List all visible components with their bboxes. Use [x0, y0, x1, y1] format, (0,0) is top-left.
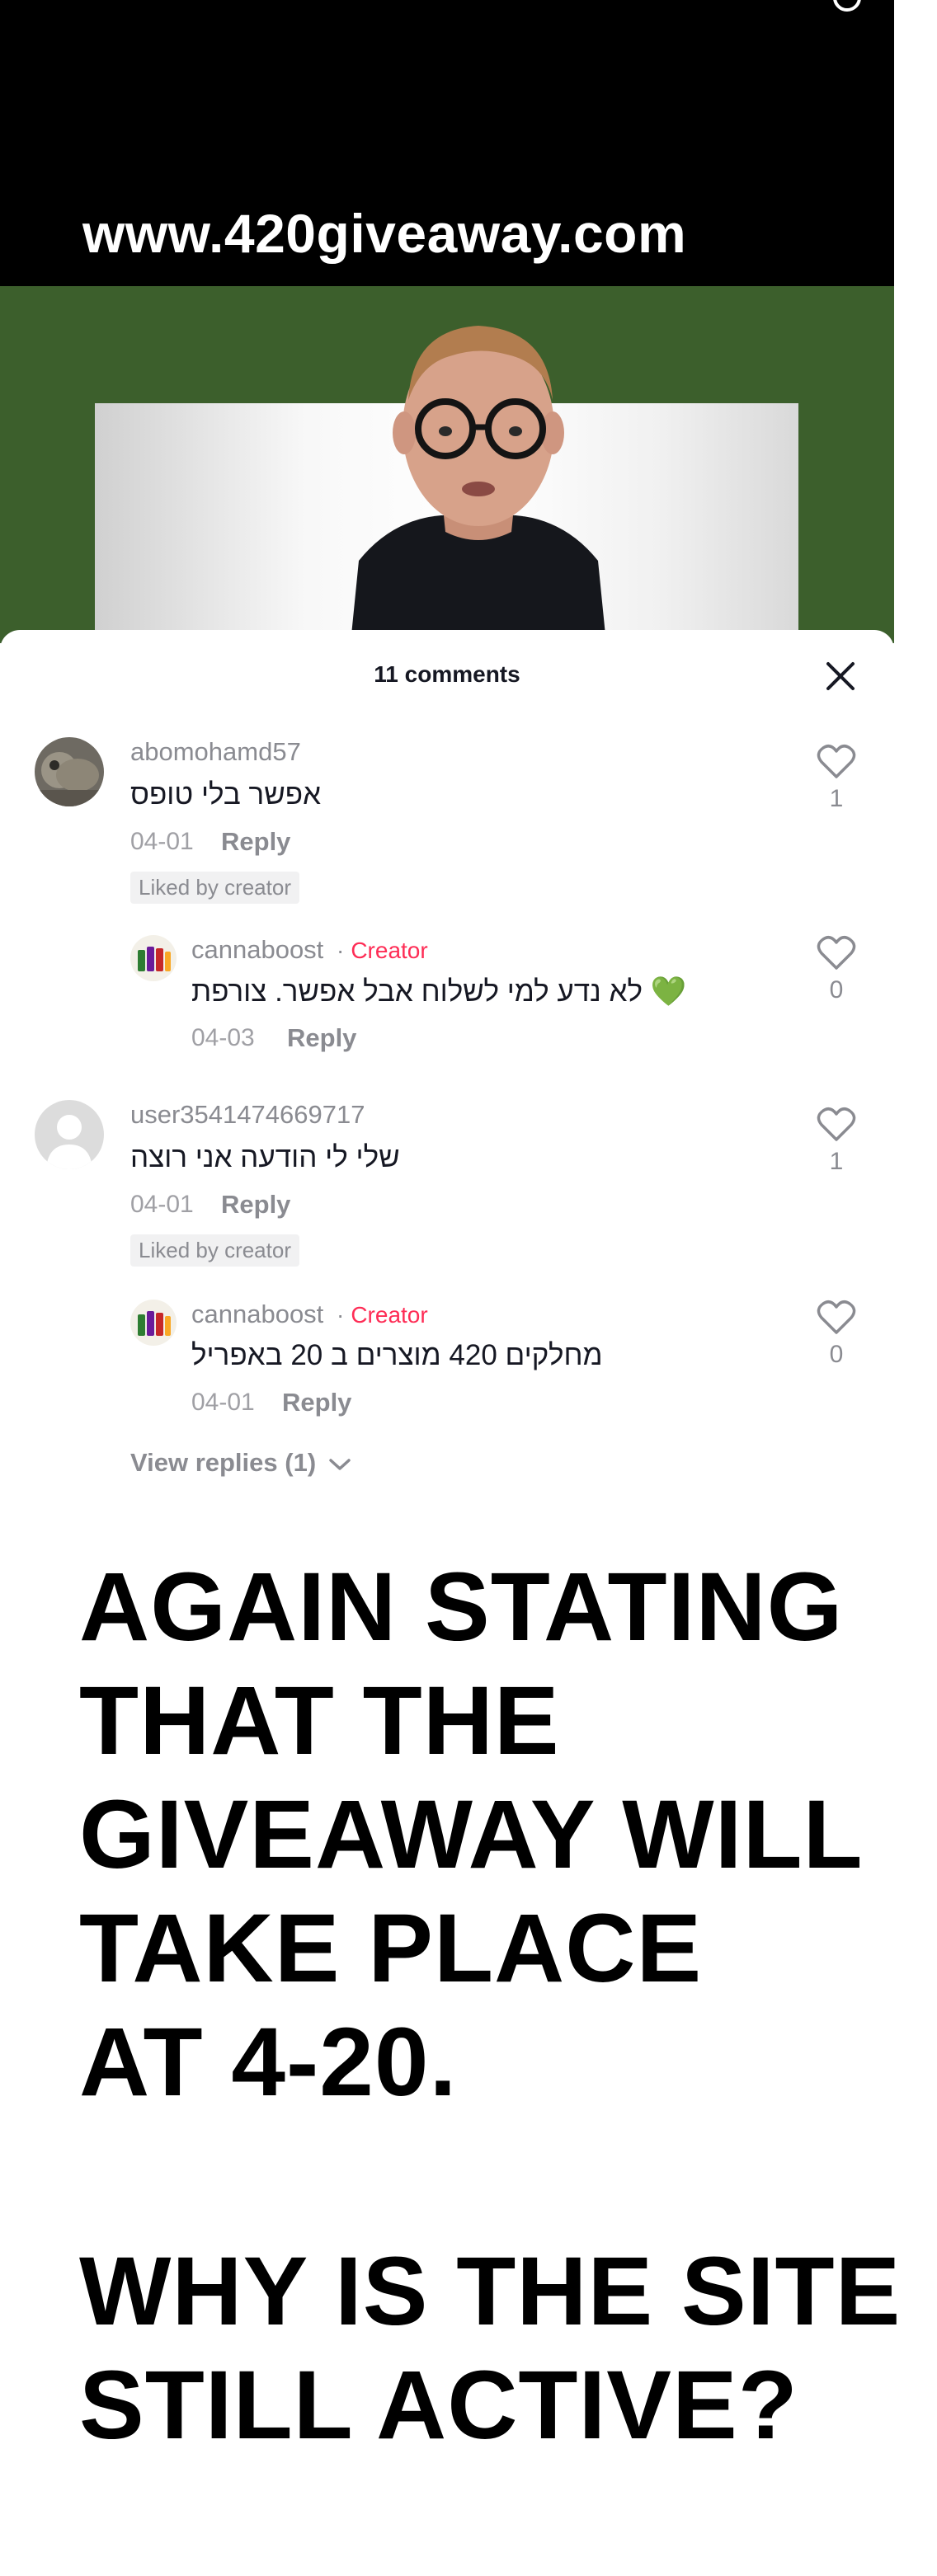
video-player[interactable]: www.420giveaway.com: [0, 0, 894, 643]
creator-avatar[interactable]: [130, 1300, 177, 1346]
caption-line: TAKE PLACE: [79, 1894, 703, 2003]
like-count: 0: [829, 976, 844, 1004]
presenter-image: [351, 326, 606, 643]
reply-button[interactable]: Reply: [221, 827, 290, 857]
comment-count: 11 comments: [374, 661, 520, 687]
like-button[interactable]: 1: [812, 744, 861, 813]
chevron-down-icon: [329, 1459, 351, 1470]
reply-date: 04-01: [191, 1389, 255, 1416]
video-url-overlay: www.420giveaway.com: [82, 203, 687, 264]
reply-button[interactable]: Reply: [287, 1023, 356, 1053]
reply-button[interactable]: Reply: [282, 1388, 351, 1417]
creator-tag: · Creator: [337, 938, 428, 963]
liked-by-creator-badge: Liked by creator: [130, 1234, 299, 1267]
like-count: 1: [829, 1148, 844, 1175]
like-button[interactable]: 1: [812, 1107, 861, 1176]
comment-text: שלי לי הודעה אני רוצה: [130, 1141, 400, 1173]
view-replies-label: View replies (1): [130, 1448, 317, 1477]
like-button[interactable]: 0: [812, 935, 861, 1004]
comments-panel: 11 comments abomohamd57 אפשר בלי טופס 04…: [0, 630, 894, 1496]
heart-icon: [817, 1300, 856, 1334]
reply-item: cannaboost · Creator לא נדע למי לשלוח אבל…: [0, 935, 894, 1059]
reply-button[interactable]: Reply: [221, 1190, 290, 1220]
like-count: 1: [829, 785, 844, 812]
creator-avatar[interactable]: [130, 935, 177, 981]
comment-date: 04-01: [130, 828, 194, 855]
comment-username[interactable]: user3541474669717: [130, 1100, 365, 1130]
close-icon[interactable]: [822, 657, 859, 695]
comment-date: 04-01: [130, 1191, 194, 1218]
comment-username[interactable]: abomohamd57: [130, 737, 301, 767]
like-count: 0: [829, 1341, 844, 1368]
reply-text: לא נדע למי לשלוח אבל אפשר. צורפת 💚: [191, 975, 687, 1008]
reply-username[interactable]: cannaboost: [191, 1300, 323, 1329]
creator-label: Creator: [351, 1302, 428, 1328]
caption-line: THAT THE: [79, 1666, 560, 1775]
caption-line: AT 4-20.: [79, 2008, 458, 2117]
caption-line: GIVEAWAY WILL: [79, 1780, 864, 1889]
creator-label: Creator: [351, 938, 428, 963]
comments-header: 11 comments: [0, 630, 894, 712]
caption-line: STILL ACTIVE?: [79, 2351, 798, 2460]
default-avatar[interactable]: [35, 1100, 104, 1169]
avatar[interactable]: [35, 737, 104, 806]
reply-item: cannaboost · Creator מחלקים 420 מוצרים ב …: [0, 1300, 894, 1423]
creator-tag: · Creator: [337, 1302, 428, 1328]
reply-date: 04-03: [191, 1024, 255, 1051]
caption-line: WHY IS THE SITE: [79, 2237, 902, 2346]
search-icon[interactable]: [833, 0, 861, 12]
heart-icon: [817, 745, 856, 778]
reply-username[interactable]: cannaboost: [191, 935, 323, 965]
comment-item: abomohamd57 אפשר בלי טופס 04-01 Reply Li…: [0, 737, 894, 904]
like-button[interactable]: 0: [812, 1300, 861, 1369]
caption-line: AGAIN STATING: [79, 1553, 844, 1662]
comment-text: אפשר בלי טופס: [130, 778, 322, 811]
liked-by-creator-badge: Liked by creator: [130, 872, 299, 904]
heart-icon: [817, 1107, 856, 1141]
view-replies-button[interactable]: View replies (1): [130, 1448, 351, 1478]
comment-item: user3541474669717 שלי לי הודעה אני רוצה …: [0, 1100, 894, 1267]
heart-icon: [817, 936, 856, 970]
reply-text: מחלקים 420 מוצרים ב 20 באפריל: [191, 1339, 603, 1371]
caption-text-block: AGAIN STATING THAT THE GIVEAWAY WILL TAK…: [79, 1550, 937, 2462]
